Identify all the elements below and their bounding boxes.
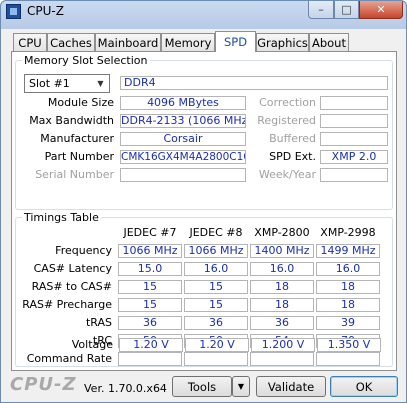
timing-cell: 36: [118, 316, 182, 330]
manufacturer-label: Manufacturer: [40, 132, 114, 145]
timing-cell: 16.0: [184, 262, 248, 276]
module-size-label: Module Size: [47, 96, 114, 109]
timing-cell: 1066 MHz: [184, 244, 248, 258]
timing-cell: 16.0: [250, 262, 314, 276]
tools-button[interactable]: Tools: [172, 376, 232, 397]
frequency-label: Frequency: [55, 244, 112, 257]
buffered-value: [320, 132, 388, 146]
week-year-label: Week/Year: [258, 168, 316, 181]
window-title: CPU-Z: [27, 4, 64, 18]
memory-type-value: DDR4: [120, 76, 388, 90]
week-year-value: [320, 168, 388, 182]
timing-cell: [316, 352, 380, 366]
ras-precharge-label: RAS# Precharge: [22, 298, 112, 311]
registered-label: Registered: [257, 114, 316, 127]
spd-ext-label: SPD Ext.: [269, 150, 316, 163]
timings-group-title: Timings Table: [22, 211, 101, 224]
column-header: JEDEC #7: [123, 226, 177, 239]
timing-cell: 39: [316, 316, 380, 330]
cpu-z-app-icon: [6, 4, 21, 19]
cpu-z-brand-logo: CPU-Z: [10, 374, 77, 395]
tab-mainboard[interactable]: Mainboard: [95, 33, 161, 51]
timing-cell: 1066 MHz: [118, 244, 182, 258]
voltage-label: Voltage: [71, 338, 113, 351]
timing-cell: 36: [184, 316, 248, 330]
timing-cell: 15.0: [118, 262, 182, 276]
serial-number-value: [120, 168, 246, 182]
tab-cpu[interactable]: CPU: [13, 33, 47, 51]
tab-strip: CPU Caches Mainboard Memory SPD Graphics…: [11, 31, 397, 52]
timing-cell: 18: [316, 280, 380, 294]
max-bandwidth-value: DDR4-2133 (1066 MHz): [120, 114, 246, 128]
column-header: XMP-2800: [254, 226, 310, 239]
module-size-value: 4096 MBytes: [120, 96, 246, 110]
version-text: Ver. 1.70.0.x64: [84, 382, 167, 395]
column-header: JEDEC #8: [189, 226, 243, 239]
ras-to-cas-label: RAS# to CAS#: [31, 280, 112, 293]
tools-dropdown-arrow-icon[interactable]: ▼: [232, 376, 250, 397]
memory-slot-group: Memory Slot Selection Slot #1 ▼ DDR4 Mod…: [15, 54, 393, 210]
timing-cell: 18: [250, 280, 314, 294]
chevron-down-icon: ▼: [97, 79, 104, 88]
registered-value: [320, 114, 388, 128]
timing-cell: 18: [316, 298, 380, 312]
footer-bar: CPU-Z Ver. 1.70.0.x64 Tools ▼ Validate O…: [6, 374, 400, 400]
slot-select[interactable]: Slot #1 ▼: [24, 74, 110, 93]
part-number-value: CMK16GX4M4A2800C16: [120, 150, 246, 164]
voltage-row: Voltage 1.20 V 1.20 V 1.200 V 1.350 V: [17, 338, 397, 354]
serial-number-label: Serial Number: [35, 168, 114, 181]
spd-ext-value: XMP 2.0: [320, 150, 388, 164]
timing-cell: 15: [184, 298, 248, 312]
minimize-button[interactable]: –: [308, 1, 334, 19]
timing-cell: 1400 MHz: [250, 244, 314, 258]
timing-cell: 1.350 V: [317, 338, 381, 352]
timing-cell: [250, 352, 314, 366]
part-number-label: Part Number: [44, 150, 114, 163]
tab-spd[interactable]: SPD: [215, 31, 256, 52]
timing-cell: 15: [118, 298, 182, 312]
slot-select-value: Slot #1: [29, 77, 70, 90]
correction-label: Correction: [259, 96, 316, 109]
timing-cell: 18: [250, 298, 314, 312]
max-bandwidth-label: Max Bandwidth: [29, 114, 114, 127]
close-button[interactable]: ✕: [359, 1, 403, 19]
correction-value: [320, 96, 388, 110]
tab-memory[interactable]: Memory: [161, 33, 215, 51]
tab-caches[interactable]: Caches: [47, 33, 95, 51]
buffered-label: Buffered: [269, 132, 316, 145]
timing-cell: 1.20 V: [119, 338, 183, 352]
column-header: XMP-2998: [320, 226, 376, 239]
timing-cell: 15: [184, 280, 248, 294]
cas-latency-label: CAS# Latency: [33, 262, 112, 275]
maximize-button[interactable]: □: [334, 1, 359, 19]
timing-cell: 15: [118, 280, 182, 294]
manufacturer-value: Corsair: [120, 132, 246, 146]
tab-about[interactable]: About: [309, 33, 349, 51]
validate-button[interactable]: Validate: [256, 376, 326, 397]
timing-cell: 1.200 V: [251, 338, 315, 352]
title-bar[interactable]: CPU-Z – □ ✕: [1, 1, 406, 23]
timing-cell: 1.20 V: [185, 338, 249, 352]
timing-cell: 16.0: [316, 262, 380, 276]
timing-cell: [184, 352, 248, 366]
timing-cell: 1499 MHz: [316, 244, 380, 258]
ok-button[interactable]: OK: [330, 376, 398, 397]
memory-slot-group-title: Memory Slot Selection: [22, 54, 150, 67]
tras-label: tRAS: [85, 316, 112, 329]
tab-graphics[interactable]: Graphics: [256, 33, 309, 51]
timing-cell: 36: [250, 316, 314, 330]
timing-cell: [118, 352, 182, 366]
spd-panel: Memory Slot Selection Slot #1 ▼ DDR4 Mod…: [11, 51, 397, 371]
